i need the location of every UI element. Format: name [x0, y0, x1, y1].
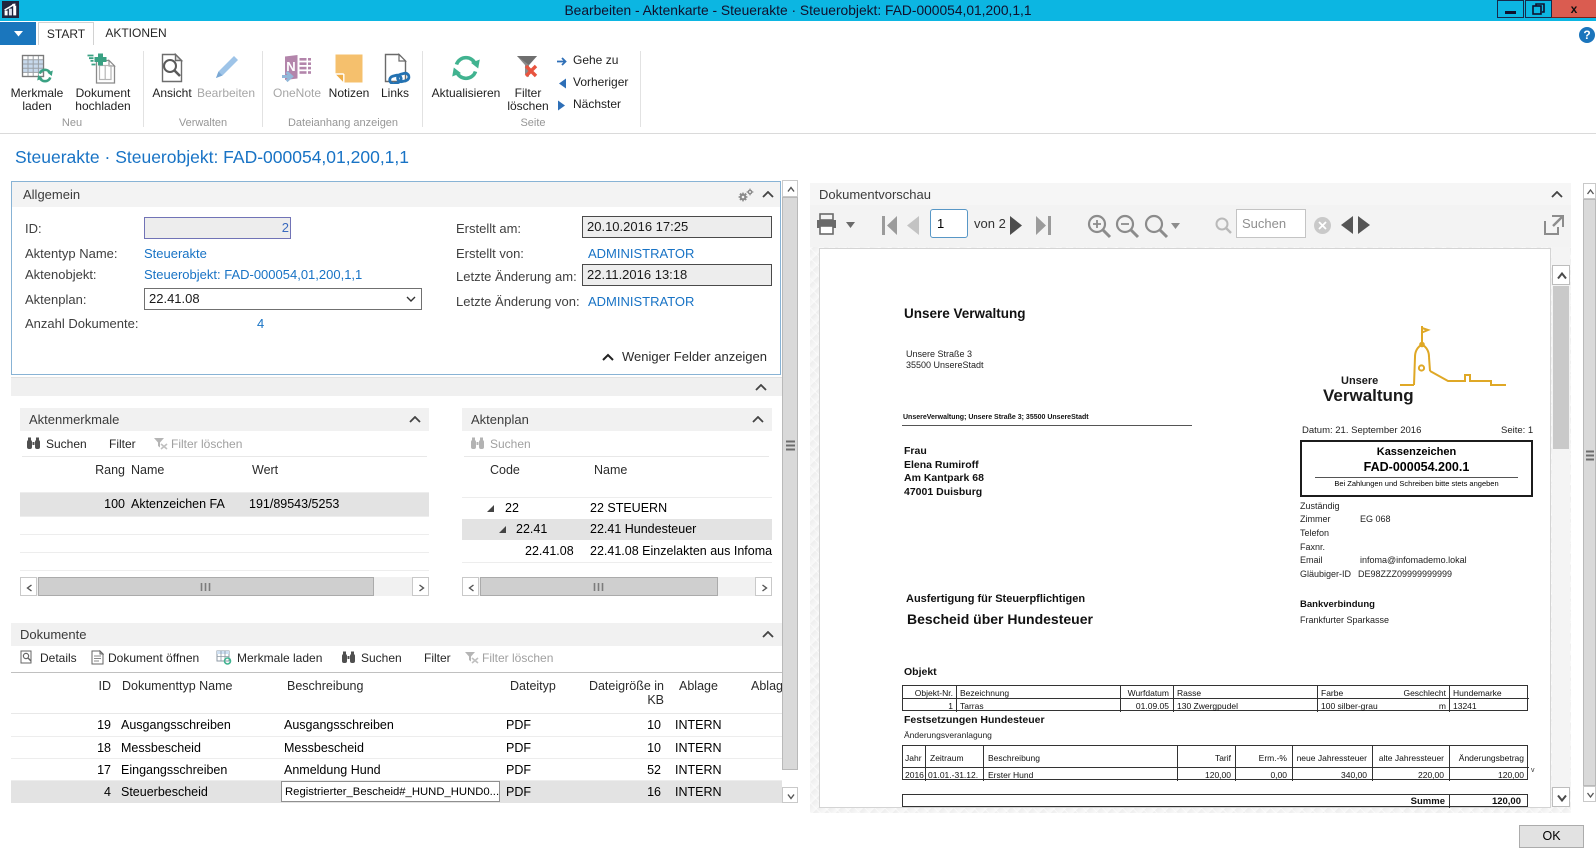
svg-text:x: x [1571, 2, 1578, 16]
svg-text:Verwaltung: Verwaltung [1323, 386, 1414, 405]
